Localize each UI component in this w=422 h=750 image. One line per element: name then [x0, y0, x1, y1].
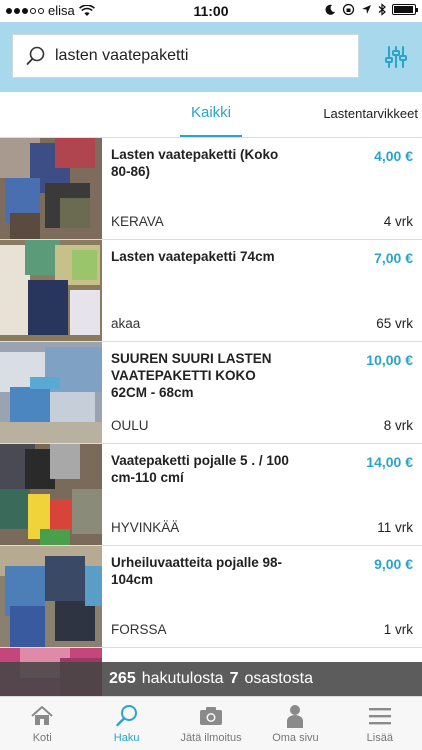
nav-oma-sivu[interactable]: Oma sivu — [253, 697, 337, 750]
search-header — [0, 22, 422, 92]
bluetooth-icon — [378, 3, 386, 16]
listing-age: 1 vrk — [383, 622, 413, 637]
listing-item[interactable]: Lasten vaatepaketti (Koko 80-86) 4,00 € … — [0, 138, 422, 240]
tab-lastentarvikkeet[interactable]: Lastentarvikkeet — [323, 106, 418, 121]
camera-icon — [200, 707, 223, 725]
tab-kaikki[interactable]: Kaikki — [191, 104, 231, 121]
listing-title: Lasten vaatepaketti (Koko 80-86) — [111, 147, 279, 179]
listing-title: SUUREN SUURI LASTEN VAATEPAKETTI KOKO 62… — [111, 351, 272, 400]
listing-age: 65 vrk — [376, 316, 413, 331]
results-label: hakutulosta — [141, 670, 224, 687]
listing-item[interactable]: Urheiluvaatteita pojalle 98-104cm 9,00 €… — [0, 546, 422, 648]
search-box[interactable] — [12, 34, 359, 78]
nav-koti[interactable]: Koti — [0, 697, 84, 750]
listing-thumbnail — [0, 444, 102, 545]
listing-thumbnail — [0, 240, 102, 341]
nav-label: Jätä ilmoitus — [180, 732, 242, 744]
search-input[interactable] — [55, 47, 335, 65]
listing-list: Lasten vaatepaketti (Koko 80-86) 4,00 € … — [0, 138, 422, 708]
nav-lisaa[interactable]: Lisää — [338, 697, 422, 750]
listing-item[interactable]: Vaatepaketti pojalle 5 . / 100 cm-110 cm… — [0, 444, 422, 546]
nav-label: Koti — [32, 732, 52, 744]
listing-thumbnail — [0, 546, 102, 647]
nav-haku[interactable]: Haku — [84, 697, 168, 750]
categories-label: osastosta — [244, 670, 313, 687]
listing-item[interactable]: Lasten vaatepaketti 74cm 7,00 € akaa 65 … — [0, 240, 422, 342]
search-icon — [115, 705, 137, 727]
results-count-banner: 265 hakutulosta 7 osastosta — [0, 662, 422, 696]
listing-price: 9,00 € — [374, 556, 413, 572]
status-icons — [324, 3, 418, 16]
listing-location: KERAVA — [111, 214, 164, 229]
listing-location: akaa — [111, 316, 141, 331]
nav-label: Lisää — [366, 732, 393, 744]
listing-location: HYVINKÄÄ — [111, 520, 180, 535]
listing-location: FORSSA — [111, 622, 167, 637]
location-icon — [362, 5, 371, 14]
categories-count: 7 — [229, 670, 239, 687]
filter-sliders-icon — [385, 46, 407, 68]
nav-jata-ilmoitus[interactable]: Jätä ilmoitus — [169, 697, 253, 750]
nav-label: Haku — [113, 732, 140, 744]
listing-item[interactable]: SUUREN SUURI LASTEN VAATEPAKETTI KOKO 62… — [0, 342, 422, 444]
category-tabs: Kaikki Lastentarvikkeet — [0, 92, 422, 138]
home-icon — [31, 706, 53, 725]
listing-price: 10,00 € — [366, 352, 413, 368]
listing-title: Vaatepaketti pojalle 5 . / 100 cm-110 cm… — [111, 453, 289, 485]
listing-location: OULU — [111, 418, 149, 433]
listing-age: 4 vrk — [383, 214, 413, 229]
listing-thumbnail — [0, 342, 102, 443]
person-icon — [287, 705, 304, 728]
listing-price: 14,00 € — [366, 454, 413, 470]
search-icon — [26, 46, 45, 65]
battery-icon — [392, 4, 418, 15]
listing-price: 4,00 € — [374, 148, 413, 164]
results-count: 265 — [109, 670, 136, 687]
active-tab-indicator — [180, 135, 242, 137]
rotation-lock-icon — [342, 3, 355, 16]
moon-icon — [325, 4, 335, 15]
listing-age: 8 vrk — [383, 418, 413, 433]
listing-price: 7,00 € — [374, 250, 413, 266]
status-bar: elisa 11:00 — [0, 0, 422, 22]
menu-icon — [368, 708, 391, 725]
filter-button[interactable] — [384, 44, 408, 70]
nav-label: Oma sivu — [272, 732, 319, 744]
listing-thumbnail — [0, 138, 102, 239]
listing-title: Urheiluvaatteita pojalle 98-104cm — [111, 555, 283, 587]
listing-title: Lasten vaatepaketti 74cm — [111, 249, 275, 264]
bottom-nav: Koti Haku Jätä ilmoitus Oma sivu Lisää — [0, 696, 422, 750]
listing-age: 11 vrk — [377, 520, 413, 535]
